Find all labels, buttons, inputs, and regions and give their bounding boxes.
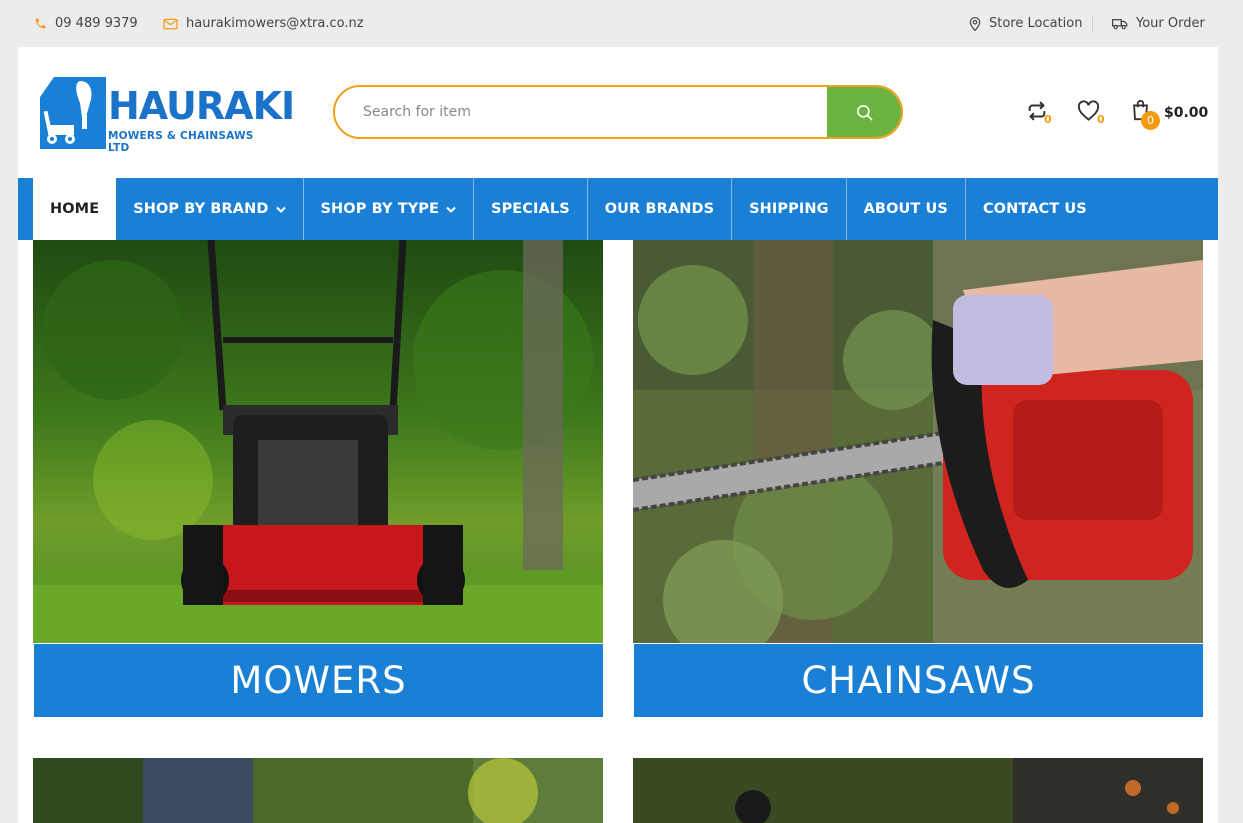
logo-subtitle: MOWERS & CHAINSAWS LTD — [108, 130, 254, 154]
truck-icon — [1112, 18, 1128, 29]
nav-about-us[interactable]: ABOUT US — [847, 178, 966, 240]
category-card-row2-left[interactable] — [33, 758, 603, 823]
nav-label: OUR BRANDS — [604, 201, 715, 217]
category-card-row2-right[interactable] — [633, 758, 1203, 823]
email-contact[interactable]: haurakimowers@xtra.co.nz — [163, 16, 364, 31]
chainsaw-illustration — [633, 240, 1203, 643]
category-photo — [33, 758, 603, 823]
nav-label: SPECIALS — [491, 201, 570, 217]
cart-total[interactable]: $0.00 — [1164, 105, 1208, 121]
nav-label: SHIPPING — [749, 201, 829, 217]
compare-count: 0 — [1044, 113, 1052, 126]
mower-photo[interactable] — [33, 240, 603, 643]
category-label[interactable]: CHAINSAWS — [634, 644, 1203, 717]
search-button[interactable] — [827, 87, 901, 137]
logo-mower-icon — [40, 77, 106, 149]
chevron-down-icon — [446, 206, 456, 213]
phone-icon — [35, 18, 46, 29]
nav-label: SHOP BY TYPE — [320, 201, 440, 217]
nav-contact-us[interactable]: CONTACT US — [966, 178, 1104, 240]
store-location-link[interactable]: Store Location — [969, 16, 1082, 31]
phone-number[interactable]: 09 489 9379 — [55, 16, 138, 31]
site-logo[interactable]: HAURAKI MOWERS & CHAINSAWS LTD — [40, 77, 295, 154]
category-photo — [633, 758, 1203, 823]
nav-label: HOME — [50, 201, 100, 217]
cart-count-badge: 0 — [1141, 111, 1160, 130]
nav-shipping[interactable]: SHIPPING — [732, 178, 847, 240]
nav-home[interactable]: HOME — [33, 178, 117, 240]
email-address[interactable]: haurakimowers@xtra.co.nz — [186, 16, 364, 31]
lawn-mower-illustration — [33, 240, 603, 643]
nav-shop-by-brand[interactable]: SHOP BY BRAND — [116, 178, 304, 240]
phone-contact[interactable]: 09 489 9379 — [34, 16, 138, 31]
map-pin-icon — [969, 16, 981, 31]
store-location-label[interactable]: Store Location — [989, 16, 1082, 31]
nav-label: SHOP BY BRAND — [133, 201, 269, 217]
nav-specials[interactable]: SPECIALS — [474, 178, 588, 240]
page-container: HAURAKI MOWERS & CHAINSAWS LTD 0 — [18, 47, 1218, 823]
logo-brand-text: HAURAKI — [108, 84, 295, 128]
top-bar: 09 489 9379 haurakimowers@xtra.co.nz Sto… — [0, 0, 1243, 47]
chainsaw-photo[interactable] — [633, 240, 1203, 643]
topbar-divider — [1092, 15, 1093, 31]
search-bar — [333, 85, 903, 139]
nav-shop-by-type[interactable]: SHOP BY TYPE — [304, 178, 475, 240]
nav-label: CONTACT US — [982, 201, 1087, 217]
your-order-label[interactable]: Your Order — [1136, 16, 1205, 31]
nav-our-brands[interactable]: OUR BRANDS — [588, 178, 733, 240]
chevron-down-icon — [275, 206, 286, 213]
search-input[interactable] — [335, 87, 829, 137]
envelope-icon — [163, 18, 178, 29]
wishlist-count: 0 — [1097, 113, 1105, 126]
nav-label: ABOUT US — [863, 201, 948, 217]
main-nav: HOME SHOP BY BRAND SHOP BY TYPE SPECIALS… — [18, 178, 1218, 240]
search-icon — [856, 104, 872, 120]
category-label[interactable]: MOWERS — [34, 644, 603, 717]
your-order-link[interactable]: Your Order — [1112, 16, 1205, 31]
